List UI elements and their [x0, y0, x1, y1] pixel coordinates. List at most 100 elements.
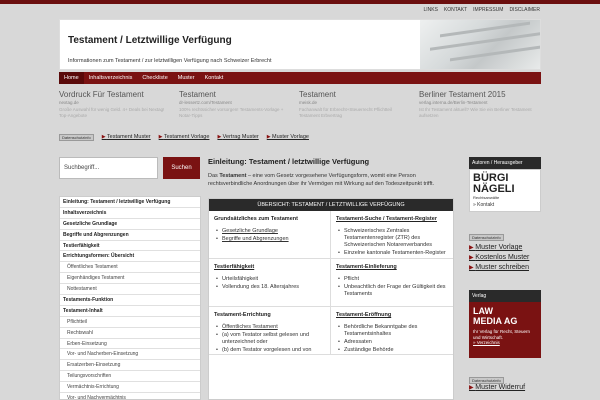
overview-cell-heading: Grundsätzliches zum Testament [214, 216, 298, 222]
ad-title[interactable]: Testament [179, 90, 293, 99]
nav-home[interactable]: Home [59, 72, 84, 84]
sidebar-item[interactable]: Öffentliches Testament [60, 262, 200, 274]
datenschutz-badge[interactable]: Datenschutzinfo [469, 377, 504, 384]
adlink[interactable]: Testament Vorlage [159, 134, 210, 140]
nav-muster[interactable]: Muster [173, 72, 200, 84]
ad-url: dr-lessertz.com/Testament [179, 100, 232, 105]
sidebar-item[interactable]: Vor- und Nachvermächtnis [60, 393, 200, 399]
nav-checkliste[interactable]: Checkliste [137, 72, 172, 84]
main-content: Einleitung: Testament / letztwillige Ver… [208, 157, 454, 400]
sidebar-item[interactable]: Vor- und Nacherben-Einsetzung [60, 349, 200, 361]
sidebar-item[interactable]: Testaments-Funktion [60, 295, 200, 306]
ad-url: meisk.de [299, 100, 318, 105]
sidebar-item[interactable]: Rechtswahl [60, 328, 200, 339]
sidebar-item[interactable]: Pflichtteil [60, 317, 200, 328]
ad-title[interactable]: Vordruck Für Testament [59, 90, 173, 99]
overview-list-item: Vollendung des 18. Altersjahres [214, 284, 325, 291]
overview-cell-heading: Testament-Errichtung [214, 312, 271, 318]
nav-kontakt[interactable]: Kontakt [200, 72, 229, 84]
authors-heading: Autoren / Herausgeber [469, 157, 541, 169]
right-ad-links: Datenschutzinfo Muster Vorlage Kostenlos… [469, 233, 541, 273]
overview-cell: Testament-Einlieferung PflichtUnbeachtlic… [331, 259, 453, 307]
right-ad-link[interactable]: Muster schreiben [469, 263, 541, 273]
ad-desc: Große Auswahl für wenig Geld. 4+ Deals b… [59, 107, 165, 118]
search-input[interactable]: Suchbegriff... [59, 157, 158, 179]
law-media-banner[interactable]: LAW MEDIA AG Ihr Verlag für Recht, Steuer… [469, 302, 541, 358]
site-title[interactable]: Testament / Letztwillige Verfügung [68, 35, 232, 46]
nav-inhaltsverzeichnis[interactable]: Inhaltsverzeichnis [84, 72, 138, 84]
verlag-heading: Verlag [469, 290, 541, 302]
overview-list-item[interactable]: Begriffe und Abgrenzungen [214, 236, 325, 243]
right-bottom: Datenschutzinfo Muster Widerruf [469, 377, 541, 391]
top-stripe [0, 0, 600, 4]
overview-box: ÜBERSICHT: TESTAMENT / LETZTWILLIGE VERF… [208, 198, 454, 400]
overview-cell: Testament-Errichtung Öffentliches Testame… [209, 307, 331, 355]
top-links: LINKS KONTAKT IMPRESSUM DISCLAIMER [423, 7, 540, 13]
search-button[interactable]: Suchen [163, 157, 200, 179]
overview-list-item: Einzelne kantonale Testamenten-Register [336, 250, 448, 257]
overview-cell: Grundsätzliches zum Testament Gesetzliche… [209, 211, 331, 259]
sidebar-item[interactable]: Einleitung: Testament / letztwillige Ver… [60, 197, 200, 208]
overview-list-item: Zuständige Behörde [336, 347, 448, 354]
sidebar-item[interactable]: Testament-Inhalt [60, 306, 200, 317]
ad-url: verlag.interna.de/Berlin-Testament [419, 100, 488, 105]
overview-list-item[interactable]: Gesetzliche Grundlage [214, 228, 325, 235]
law-media-logo: LAW MEDIA AG [473, 306, 518, 326]
sidebar-item[interactable]: Errichtungsformen: Übersicht [60, 251, 200, 263]
overview-cell-heading[interactable]: Testierfähigkeit [214, 264, 325, 271]
overview-list-item: Schweizerisches Zentrales Testamentenreg… [336, 228, 448, 249]
overview-list-item: Behördliche Bekanntgabe des Testamentsin… [336, 324, 448, 338]
sidebar-item[interactable]: Vermächtnis-Errichtung [60, 382, 200, 394]
sidebar-item[interactable]: Begriffe und Abgrenzungen [60, 230, 200, 241]
overview-grid: Grundsätzliches zum Testament Gesetzliche… [209, 211, 453, 355]
sidebar-item[interactable]: Gesetzliche Grundlage [60, 219, 200, 230]
overview-list-item: Urteilsfähigkeit [214, 276, 325, 283]
datenschutz-badge[interactable]: Datenschutzinfo [59, 133, 94, 141]
overview-list-item[interactable]: Öffentliches Testament [214, 324, 325, 331]
overview-cell-heading[interactable]: Testament-Einlieferung [336, 264, 448, 271]
overview-list-item: Adressaten [336, 339, 448, 346]
sidebar-item[interactable]: Nottestament [60, 284, 200, 296]
authors-box: BÜRGI NÄGELI Rechtsanwälte » Kontakt [469, 169, 541, 212]
overview-cell-heading[interactable]: Testament-Eröffnung [336, 312, 448, 319]
right-ad-link[interactable]: Muster Vorlage [469, 243, 541, 253]
law-media-tagline: Ihr Verlag für Recht, Steuern und Wirtsc… [473, 329, 531, 345]
overview-list-item: Pflicht [336, 276, 448, 283]
datenschutz-badge[interactable]: Datenschutzinfo [469, 234, 504, 241]
overview-cell: Testament-Eröffnung Behördliche Bekanntga… [331, 307, 453, 355]
sidebar-item[interactable]: Ersatzerben-Einsetzung [60, 360, 200, 372]
kontakt-link[interactable]: » Kontakt [473, 202, 537, 208]
toplink-kontakt[interactable]: KONTAKT [444, 7, 467, 13]
right-ad-link[interactable]: Muster Widerruf [469, 384, 541, 391]
overview-cell-heading[interactable]: Testament-Suche / Testament-Register [336, 216, 448, 223]
right-ad-link[interactable]: Kostenlos Muster [469, 253, 541, 263]
site-header: Testament / Letztwillige Verfügung Infor… [59, 19, 541, 70]
adlink[interactable]: Vertrag Muster [217, 134, 259, 140]
sidebar-item[interactable]: Teilungsvorschriften [60, 371, 200, 383]
ad-desc: Fachanwalt für Erbrecht+Steuerrecht Pfli… [299, 107, 392, 118]
sidebar-item[interactable]: Testierfähigkeit [60, 241, 200, 252]
buergi-naegeli-logo[interactable]: BÜRGI NÄGELI [473, 173, 537, 195]
sidebar-nav: Einleitung: Testament / letztwillige Ver… [59, 196, 201, 400]
overview-title: ÜBERSICHT: TESTAMENT / LETZTWILLIGE VERF… [209, 199, 453, 211]
site-description: Informationen zum Testament / zur letztw… [68, 58, 272, 64]
verlag-box: Verlag LAW MEDIA AG Ihr Verlag für Recht,… [469, 290, 541, 358]
ad-desc: 100% rechtssicher vorsorgen! Testaments-… [179, 107, 284, 118]
toplink-disclaimer[interactable]: DISCLAIMER [509, 7, 540, 13]
sidebar-item[interactable]: Erben-Einsetzung [60, 339, 200, 350]
overview-cell: Testierfähigkeit UrteilsfähigkeitVollendu… [209, 259, 331, 307]
ad-title[interactable]: Testament [299, 90, 413, 99]
sidebar-item[interactable]: Inhaltsverzeichnis [60, 208, 200, 219]
adlink[interactable]: Testament Muster [102, 134, 151, 140]
toplink-impressum[interactable]: IMPRESSUM [473, 7, 503, 13]
ad-title[interactable]: Berliner Testament 2015 [419, 90, 533, 99]
sidebar-item[interactable]: Eigenhändiges Testament [60, 273, 200, 285]
main-nav: Home Inhaltsverzeichnis Checkliste Muste… [59, 72, 541, 84]
adlink[interactable]: Muster Vorlage [267, 134, 309, 140]
logo-subtitle: Rechtsanwälte [473, 195, 500, 200]
right-sidebar: Autoren / Herausgeber BÜRGI NÄGELI Rechts… [469, 157, 541, 212]
intro-text: Das Testament – eine vom Gesetz vorgeseh… [208, 173, 435, 187]
overview-cell: Testament-Suche / Testament-Register Schw… [331, 211, 453, 259]
overview-list-item: (a) vom Testator selbst gelesen und unte… [214, 332, 325, 346]
toplink-links[interactable]: LINKS [423, 7, 437, 13]
